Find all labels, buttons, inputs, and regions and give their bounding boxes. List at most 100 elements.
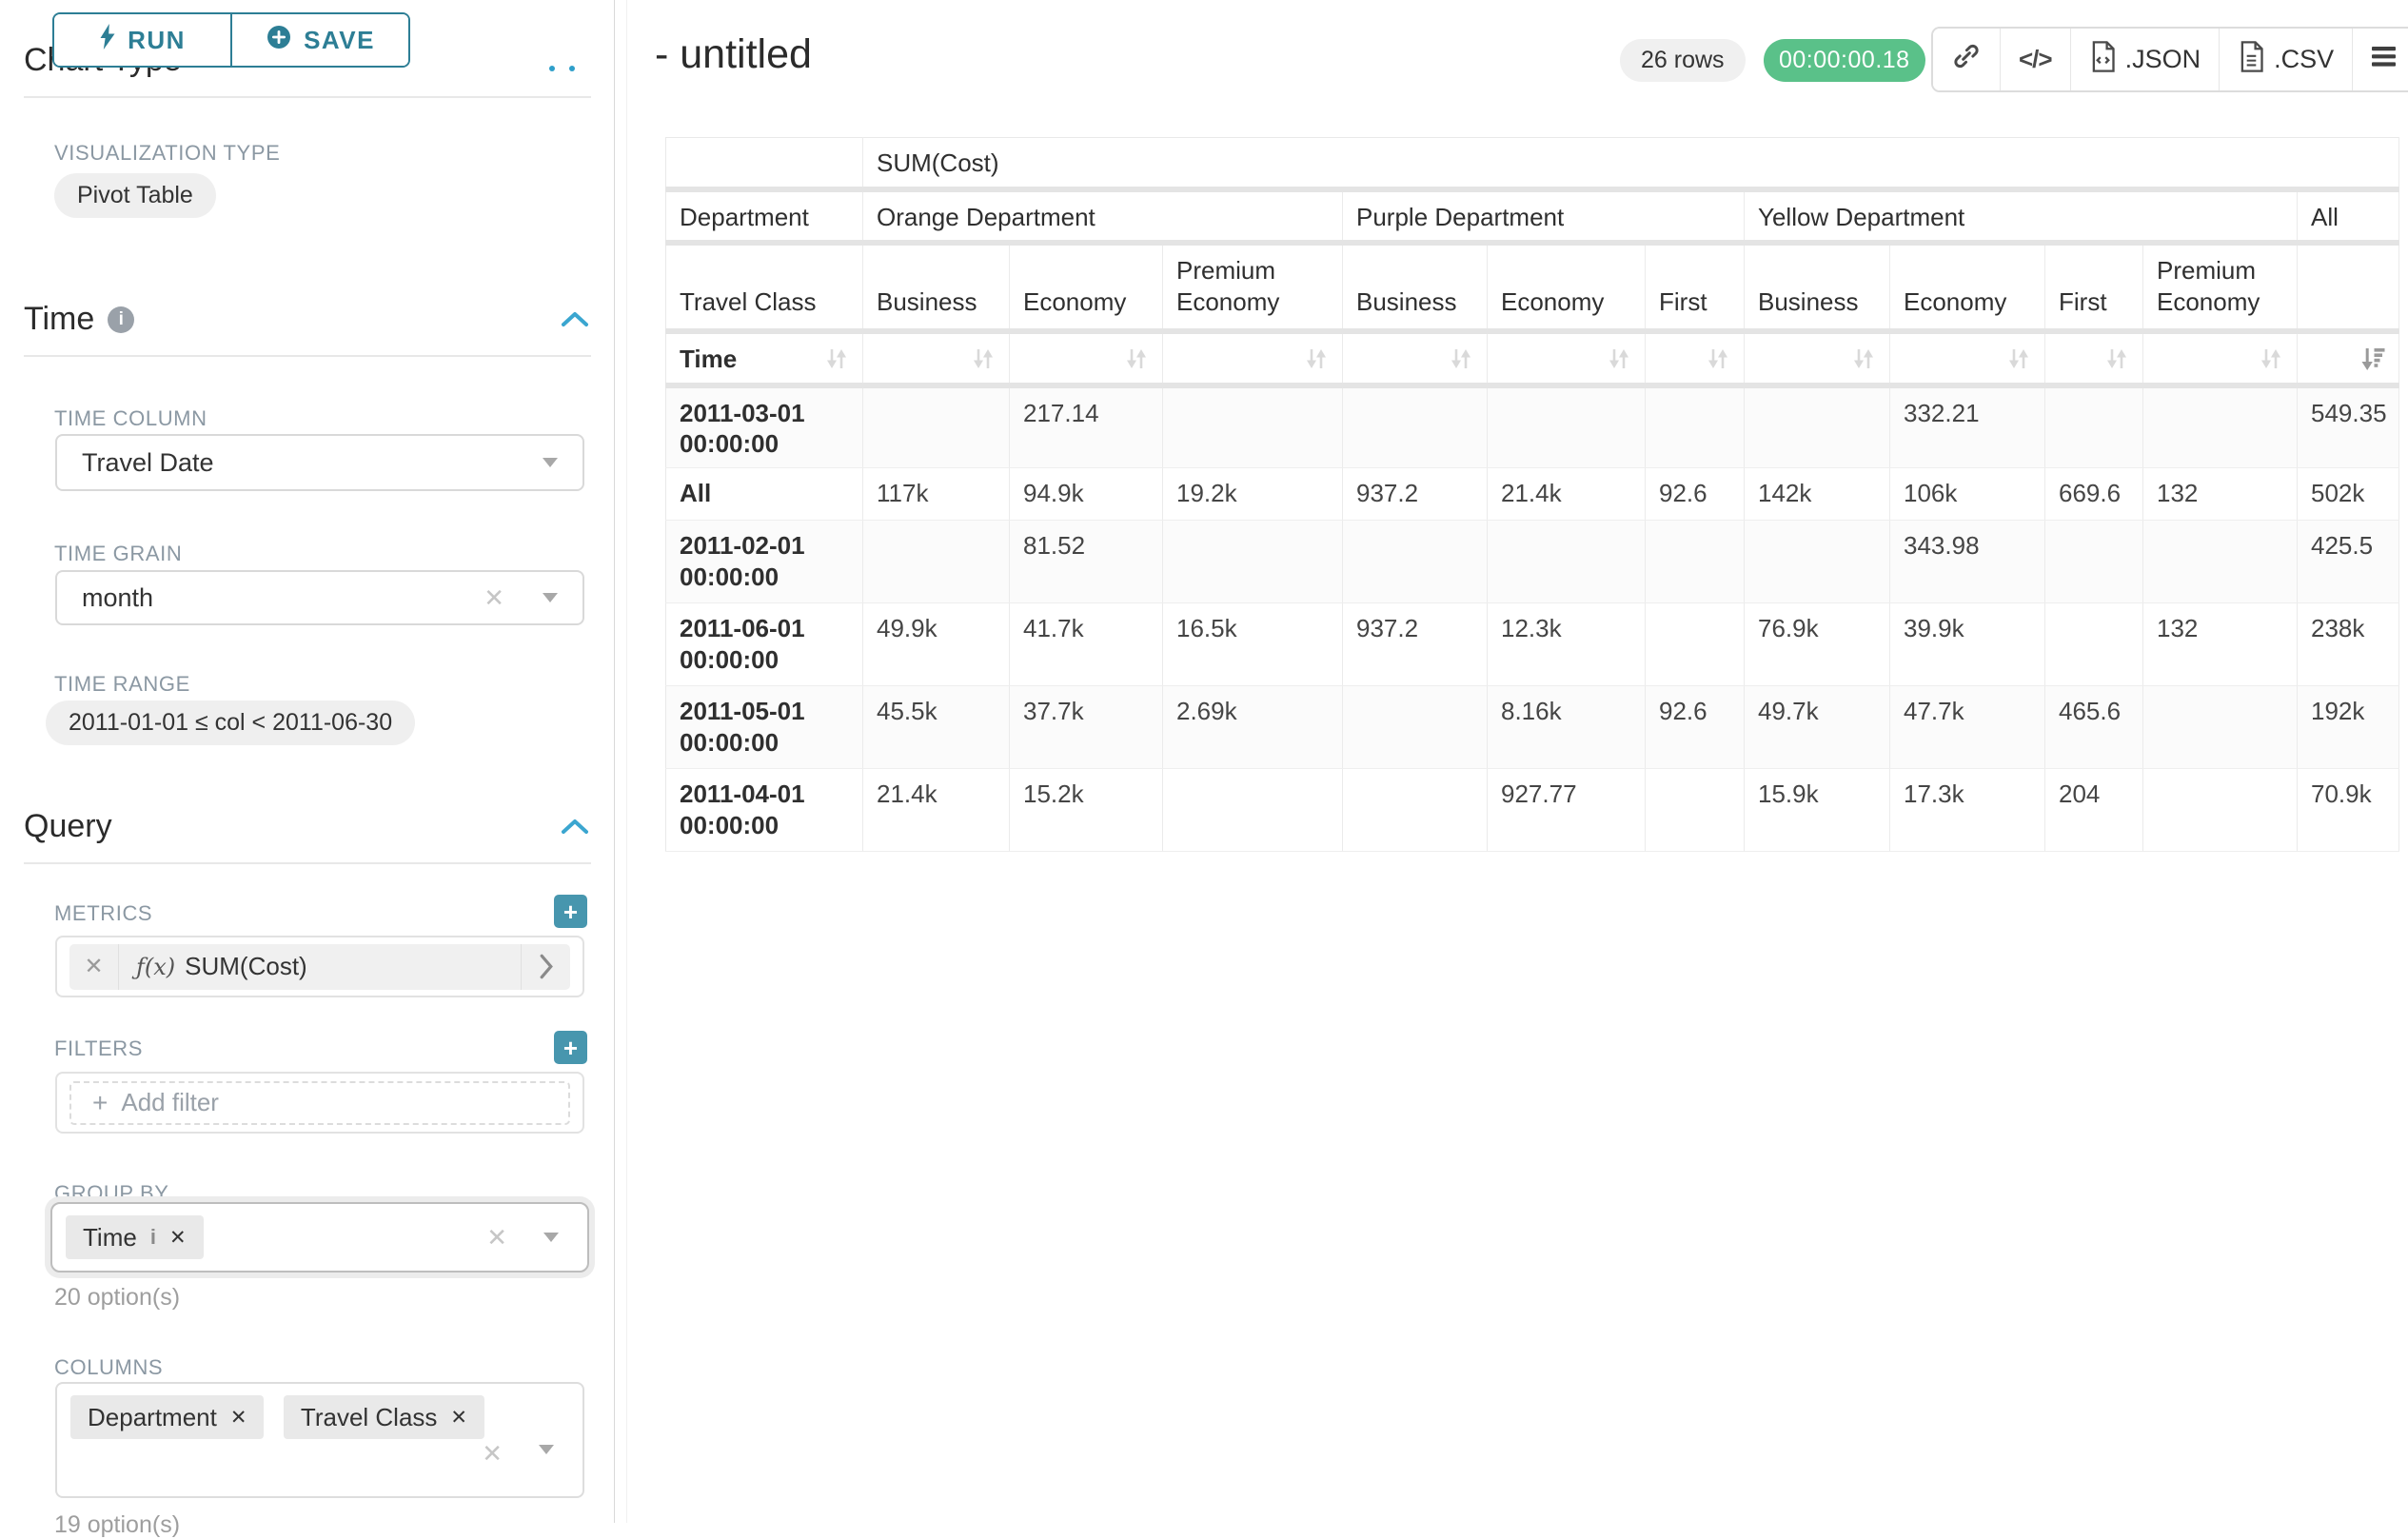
sort-header-cell[interactable]	[2045, 331, 2143, 385]
sort-icon[interactable]	[1605, 345, 1633, 373]
sort-icon[interactable]	[2102, 345, 2131, 373]
sort-icon[interactable]	[969, 345, 997, 373]
value-cell: 16.5k	[1163, 603, 1343, 686]
hamburger-menu-icon	[2371, 45, 2397, 74]
sort-header-cell[interactable]	[1010, 331, 1163, 385]
value-cell: 217.14	[1010, 385, 1163, 468]
query-section-header: Query	[24, 808, 112, 845]
sort-header-cell[interactable]	[1646, 331, 1745, 385]
column-header-cell: Economy	[1488, 243, 1646, 331]
value-cell: 669.6	[2045, 468, 2143, 521]
sort-header-cell[interactable]	[1163, 331, 1343, 385]
run-button[interactable]: RUN	[54, 14, 230, 66]
pivot-table-container: SUM(Cost) DepartmentOrange DepartmentPur…	[665, 137, 2399, 852]
add-filter-dropzone[interactable]: + Add filter	[69, 1081, 570, 1125]
add-filter-button[interactable]: +	[554, 1031, 587, 1064]
columns-select[interactable]: Department ✕ Travel Class ✕ ✕	[55, 1382, 584, 1498]
export-button-group: </> .JSON .CSV	[1931, 27, 2408, 92]
value-cell	[2143, 769, 2298, 852]
column-header-cell: First	[1646, 243, 1745, 331]
remove-metric-icon[interactable]: ✕	[69, 944, 119, 990]
time-column-label: TIME COLUMN	[54, 406, 207, 431]
value-cell: 94.9k	[1010, 468, 1163, 521]
sort-header-cell[interactable]	[863, 331, 1010, 385]
plus-circle-icon	[266, 24, 292, 57]
remove-chip-icon[interactable]: ✕	[169, 1226, 187, 1250]
visualization-type-pill[interactable]: Pivot Table	[54, 173, 216, 218]
row-label-cell: 2011-04-01 00:00:00	[666, 769, 863, 852]
sort-header-cell[interactable]	[1343, 331, 1488, 385]
value-cell: 937.2	[1343, 468, 1488, 521]
group-by-chip[interactable]: Time i ✕	[66, 1215, 204, 1259]
export-json-button[interactable]: .JSON	[2070, 29, 2220, 90]
remove-chip-icon[interactable]: ✕	[450, 1406, 467, 1430]
function-icon: ƒ(x)	[136, 954, 175, 980]
value-cell: 37.7k	[1010, 686, 1163, 769]
value-cell: 49.7k	[1745, 686, 1890, 769]
sort-header-cell[interactable]	[1488, 331, 1646, 385]
sort-header-cell[interactable]	[1745, 331, 1890, 385]
chevron-up-icon[interactable]	[561, 819, 589, 839]
sort-header-cell[interactable]	[2298, 331, 2399, 385]
time-range-pill[interactable]: 2011-01-01 ≤ col < 2011-06-30	[46, 700, 415, 745]
value-cell	[1163, 385, 1343, 468]
view-query-button[interactable]: </>	[2000, 29, 2070, 90]
chevron-up-icon[interactable]	[561, 311, 589, 332]
sort-icon[interactable]	[1122, 345, 1151, 373]
metrics-label: METRICS	[54, 901, 152, 926]
value-cell: 21.4k	[863, 769, 1010, 852]
sort-icon[interactable]	[2004, 345, 2033, 373]
time-column-select[interactable]: Travel Date	[55, 434, 584, 491]
filters-label: FILTERS	[54, 1036, 143, 1061]
sort-icon[interactable]	[2257, 345, 2285, 373]
sort-icon[interactable]	[822, 345, 851, 373]
value-cell: 92.6	[1646, 468, 1745, 521]
value-cell: 238k	[2298, 603, 2399, 686]
sort-icon[interactable]	[1447, 345, 1475, 373]
row-axis-label: Department	[666, 189, 863, 244]
columns-chip[interactable]: Department ✕	[70, 1395, 264, 1439]
columns-chip[interactable]: Travel Class ✕	[284, 1395, 484, 1439]
remove-chip-icon[interactable]: ✕	[230, 1406, 247, 1430]
sort-header-cell[interactable]: Time	[666, 331, 863, 385]
sort-desc-icon[interactable]	[2359, 345, 2387, 373]
sort-header-cell[interactable]	[2143, 331, 2298, 385]
sort-icon[interactable]	[1704, 345, 1732, 373]
column-header-cell: Economy	[1010, 243, 1163, 331]
clear-icon[interactable]: ✕	[484, 583, 504, 613]
column-header-cell: Economy	[1890, 243, 2045, 331]
value-cell	[1646, 603, 1745, 686]
time-grain-select[interactable]: month ✕	[55, 570, 584, 625]
column-header-cell: Business	[1745, 243, 1890, 331]
value-cell: 465.6	[2045, 686, 2143, 769]
group-by-select[interactable]: Time i ✕ ✕	[50, 1202, 589, 1273]
export-csv-button[interactable]: .CSV	[2219, 29, 2352, 90]
value-cell	[2143, 521, 2298, 603]
sort-header-cell[interactable]	[1890, 331, 2045, 385]
value-cell: 39.9k	[1890, 603, 2045, 686]
add-metric-button[interactable]: +	[554, 895, 587, 928]
metrics-container: ✕ ƒ(x) SUM(Cost)	[55, 936, 584, 997]
clear-icon[interactable]: ✕	[486, 1223, 507, 1253]
lightning-bolt-icon	[99, 24, 116, 56]
value-cell: 106k	[1890, 468, 2045, 521]
value-cell: 502k	[2298, 468, 2399, 521]
row-label-cell: 2011-05-01 00:00:00	[666, 686, 863, 769]
chevron-down-icon	[539, 1445, 554, 1454]
chart-title[interactable]: - untitled	[655, 31, 812, 78]
row-axis-label: Travel Class	[666, 243, 863, 331]
chevron-right-icon[interactable]	[521, 944, 570, 990]
sort-icon[interactable]	[1302, 345, 1331, 373]
menu-button[interactable]	[2352, 29, 2408, 90]
value-cell	[2045, 603, 2143, 686]
visualization-type-label: VISUALIZATION TYPE	[54, 141, 280, 166]
save-button[interactable]: SAVE	[230, 14, 408, 66]
value-cell: 92.6	[1646, 686, 1745, 769]
value-cell: 142k	[1745, 468, 1890, 521]
metric-item[interactable]: ✕ ƒ(x) SUM(Cost)	[69, 944, 570, 990]
share-link-button[interactable]	[1933, 29, 2000, 90]
value-cell	[2045, 385, 2143, 468]
sort-icon[interactable]	[1849, 345, 1878, 373]
value-cell: 927.77	[1488, 769, 1646, 852]
clear-icon[interactable]: ✕	[482, 1439, 503, 1469]
